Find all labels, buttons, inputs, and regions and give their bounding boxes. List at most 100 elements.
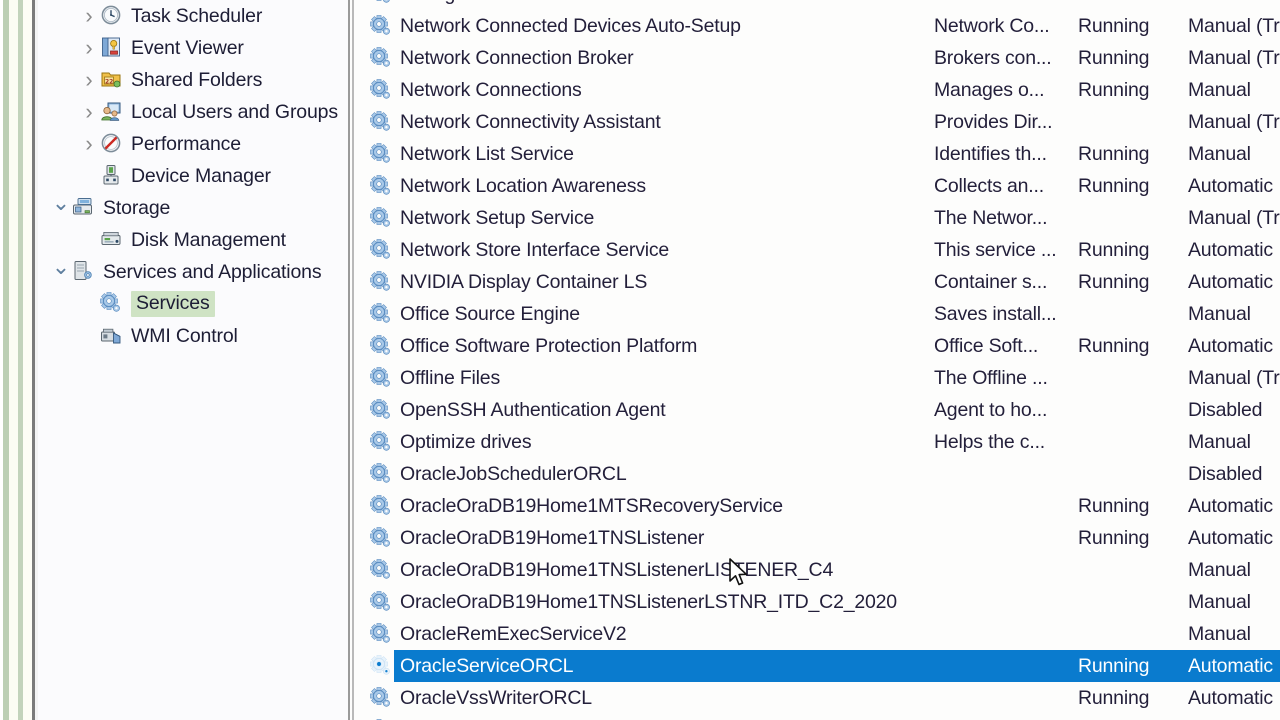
chevron-right-icon[interactable]: › [78,5,100,27]
services-list-pane[interactable]: Netlogon Maintains a ... Manual Network Con… [348,0,1280,720]
service-desc-cell: Helps the c... [934,430,1046,453]
service-row[interactable]: Office Software Protection Platform Offic… [356,330,1280,362]
service-desc-cell: Network Co... [934,14,1050,37]
gear-icon [370,591,392,613]
service-startup-cell: Automatic [1188,334,1273,357]
chevron-down-icon[interactable]: ⌄ [50,192,72,214]
service-startup-cell: Disabled [1188,462,1263,485]
service-row[interactable]: OracleVssWriterORCL Running Automatic [356,682,1280,714]
disk-icon [100,228,124,252]
service-startup-cell: Manual [1188,430,1251,453]
tree-item-label: Shared Folders [131,68,263,91]
pane-divider-mid-shadow [352,0,354,720]
services-apps-icon [72,260,96,284]
service-row[interactable]: Offline Files The Offline ... Manual (Tr [356,362,1280,394]
users-icon [100,100,124,124]
tree-item-storage[interactable]: ⌄ Storage [38,192,348,224]
service-row[interactable]: OracleJobSchedulerORCL Disabled [356,458,1280,490]
service-row[interactable]: OracleOraDB19Home1TNSListener Running Auto… [356,522,1280,554]
service-status-cell: Running [1078,14,1150,37]
gear-icon [370,367,392,389]
service-row[interactable]: Network Connected Devices Auto-Setup Netw… [356,10,1280,42]
service-status-cell: Running [1078,174,1150,197]
tree-item-wmi-control[interactable]: WMI Control [38,320,348,352]
service-desc-cell: Agent to ho... [934,398,1048,421]
service-name-cell: OracleOraDB19Home1TNSListenerLISTENER_C4 [400,558,834,581]
tree-item-label: Storage [103,196,171,219]
service-startup-cell: Manual (Tr [1188,206,1280,229]
console-tree-pane[interactable]: › Task Scheduler › Event Viewer › 22 Shared Fo… [38,0,348,720]
service-status-cell: Running [1078,78,1150,101]
service-startup-cell: Automatic [1188,526,1273,549]
chevron-right-icon[interactable]: › [78,133,100,155]
tree-item-services-and-applications[interactable]: ⌄ Services and Applications [38,256,348,288]
service-startup-cell: Manual (Tr [1188,366,1280,389]
service-startup-cell: Automatic [1188,654,1273,677]
service-row[interactable]: NVIDIA Display Container LS Container s..… [356,266,1280,298]
service-row[interactable]: Network Setup Service The Networ... Manual… [356,202,1280,234]
service-startup-cell: Automatic [1188,174,1273,197]
service-status-cell: Running [1078,654,1150,677]
service-name-cell: OracleOraDB19Home1MTSRecoveryService [400,494,783,517]
service-row[interactable]: OracleOraDB19Home1MTSRecoveryService Runn… [356,490,1280,522]
service-startup-cell: Manual (Tr [1188,46,1280,69]
service-startup-cell: Manual (Tr [1188,14,1280,37]
chevron-right-icon[interactable]: › [78,69,100,91]
service-row[interactable]: Network Connection Broker Brokers con... R… [356,42,1280,74]
tree-item-shared-folders[interactable]: › 22 Shared Folders [38,64,348,96]
service-row[interactable]: Network Connectivity Assistant Provides D… [356,106,1280,138]
service-name-cell: OracleJobSchedulerORCL [400,462,627,485]
service-name-cell: OpenSSH Authentication Agent [400,398,666,421]
service-name-cell: Network Connection Broker [400,46,634,69]
service-row[interactable]: Netlogon Maintains a ... Manual [356,0,1280,10]
service-desc-cell: Saves install... [934,302,1057,325]
tree-item-disk-management[interactable]: Disk Management [38,224,348,256]
service-name-cell: NVIDIA Display Container LS [400,270,648,293]
service-status-cell: Running [1078,494,1150,517]
service-name-cell: Network Location Awareness [400,174,646,197]
service-desc-cell: Office Soft... [934,334,1039,357]
service-desc-cell: Identifies th... [934,142,1047,165]
service-row[interactable]: Office Source Engine Saves install... Manu… [356,298,1280,330]
gear-icon [100,292,124,316]
service-status-cell: Running [1078,46,1150,69]
service-desc-cell: Maintains a ... [934,0,1053,6]
gear-icon [370,687,392,709]
service-startup-cell: Manual [1188,78,1251,101]
service-row[interactable]: OracleOraDB19Home1TNSListenerLSTNR_ITD_C… [356,586,1280,618]
chevron-right-icon[interactable]: › [78,101,100,123]
service-name-cell: Office Software Protection Platform [400,334,698,357]
service-row[interactable]: Network Location Awareness Collects an...… [356,170,1280,202]
tree-item-event-viewer[interactable]: › Event Viewer [38,32,348,64]
service-name-cell: Network Connected Devices Auto-Setup [400,14,741,37]
service-row[interactable]: Network List Service Identifies th... Runn… [356,138,1280,170]
tree-item-performance[interactable]: › Performance [38,128,348,160]
tree-item-device-manager[interactable]: Device Manager [38,160,348,192]
tree-item-label: Event Viewer [131,36,244,59]
service-row[interactable]: Network Connections Manages o... Running Ma… [356,74,1280,106]
service-status-cell: Running [1078,686,1150,709]
tree-item-label: Performance [131,132,241,155]
gear-icon [370,143,392,165]
service-desc-cell: Manages o... [934,78,1045,101]
service-row[interactable]: Optimize drives Helps the c... Manual [356,426,1280,458]
service-row[interactable]: OpenSSH Authentication Agent Agent to ho.… [356,394,1280,426]
scrollbar-thumb-left[interactable] [9,0,18,720]
tree-item-services[interactable]: Services [38,288,348,320]
service-desc-cell: The Networ... [934,206,1048,229]
service-row[interactable]: OracleRemExecServiceV2 Manual [356,618,1280,650]
chevron-down-icon[interactable]: ⌄ [50,256,72,278]
tree-item-local-users-and-groups[interactable]: › Local Users and Groups [38,96,348,128]
tree-item-task-scheduler[interactable]: › Task Scheduler [38,0,348,32]
service-row[interactable] [356,714,1280,720]
service-name-cell: Netlogon [400,0,477,6]
service-startup-cell: Disabled [1188,398,1263,421]
clock-icon [100,4,124,28]
service-row[interactable]: OracleOraDB19Home1TNSListenerLISTENER_C4… [356,554,1280,586]
service-row[interactable]: OracleServiceORCL Running Automatic [356,650,1280,682]
svg-text:22: 22 [105,78,113,85]
left-scrollbar-gutter[interactable] [0,0,38,720]
service-row[interactable]: Network Store Interface Service This serv… [356,234,1280,266]
chevron-right-icon[interactable]: › [78,37,100,59]
scrollbar-thumb-inner[interactable] [23,0,32,720]
